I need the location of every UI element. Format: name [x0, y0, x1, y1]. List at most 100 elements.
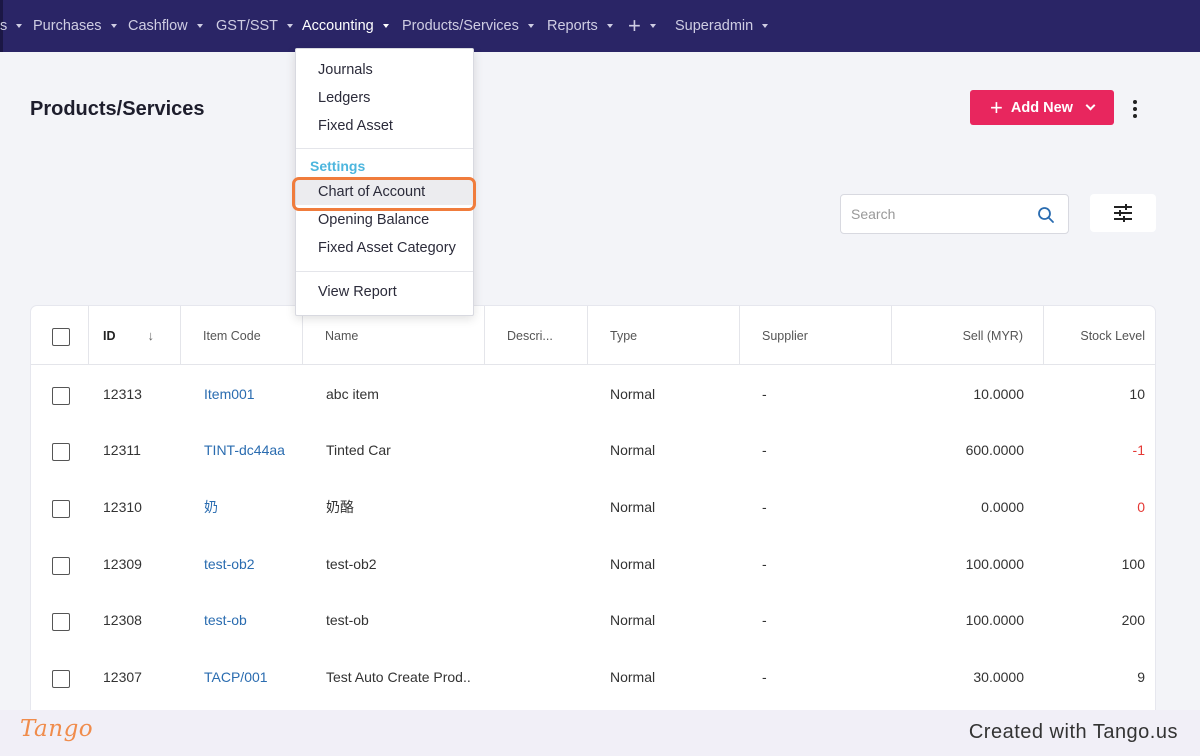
table-row[interactable]: 12309 test-ob2 test-ob2 Normal - 100.000… — [31, 535, 1155, 592]
row-checkbox[interactable] — [52, 500, 70, 518]
tango-footer: Tango Created with Tango.us — [0, 710, 1200, 756]
table-row[interactable]: 12313 Item001 abc item Normal - 10.0000 … — [31, 365, 1155, 422]
chevron-down-icon — [16, 24, 23, 28]
main-content: Products/Services + Add New ID — [0, 52, 1200, 710]
column-header-sell[interactable]: Sell (MYR) — [892, 306, 1044, 365]
cell-id: 12307 — [103, 668, 142, 685]
column-header-label: Supplier — [762, 328, 808, 343]
nav-item-accounting[interactable]: Accounting — [302, 16, 389, 36]
nav-item-cashflow[interactable]: Cashflow — [128, 16, 203, 36]
tango-logo: Tango — [20, 716, 94, 742]
cell-stock: 0 — [1137, 498, 1145, 515]
cell-supplier: - — [762, 668, 767, 685]
table-row[interactable]: 12308 test-ob test-ob Normal - 100.0000 … — [31, 591, 1155, 648]
nav-item-quick-add[interactable]: + — [628, 13, 656, 38]
cell-item-code-link[interactable]: TACP/001 — [204, 648, 304, 705]
cell-sell: 0.0000 — [981, 498, 1024, 515]
row-checkbox[interactable] — [52, 387, 70, 405]
filter-settings-button[interactable] — [1090, 194, 1156, 232]
nav-item-products-services[interactable]: Products/Services — [402, 16, 534, 36]
chevron-down-icon — [287, 24, 294, 28]
search-field[interactable] — [840, 194, 1069, 234]
menu-item-fixed-asset-category[interactable]: Fixed Asset Category — [318, 240, 456, 256]
more-options-icon[interactable] — [1128, 100, 1142, 118]
search-input[interactable] — [851, 204, 1031, 224]
table-row[interactable]: 12310 奶 奶酪 Normal - 0.0000 0 — [31, 478, 1155, 535]
cell-name: Tinted Car — [326, 441, 391, 458]
menu-divider — [296, 271, 473, 272]
menu-item-ledgers[interactable]: Ledgers — [318, 90, 370, 106]
sort-arrow-down-icon[interactable]: ↓ — [148, 328, 155, 343]
menu-item-journals[interactable]: Journals — [318, 62, 373, 78]
menu-item-fixed-asset[interactable]: Fixed Asset — [318, 118, 393, 134]
cell-type: Normal — [610, 498, 656, 515]
cell-supplier: - — [762, 555, 767, 572]
cell-stock: -1 — [1132, 441, 1145, 458]
nav-item-gst-sst[interactable]: GST/SST — [216, 16, 294, 36]
cell-stock: 9 — [1137, 668, 1145, 685]
products-table: ID ↓ Item Code Name Descri... Type Suppl… — [31, 306, 1155, 710]
nav-item-label: Reports — [547, 18, 598, 34]
search-icon[interactable] — [1037, 206, 1055, 224]
column-header-label: Sell (MYR) — [962, 328, 1023, 343]
cell-item-code-link[interactable]: 奶 — [204, 478, 304, 535]
click-target-highlight — [292, 177, 476, 211]
menu-section-settings: Settings — [310, 158, 366, 174]
cell-name: test-ob2 — [326, 555, 377, 572]
cell-stock: 100 — [1121, 555, 1145, 572]
cell-name: abc item — [326, 385, 379, 402]
menu-item-view-report[interactable]: View Report — [318, 284, 397, 300]
cell-name: test-ob — [326, 611, 369, 628]
row-checkbox[interactable] — [52, 557, 70, 575]
page-title: Products/Services — [30, 98, 205, 120]
row-checkbox[interactable] — [52, 613, 70, 631]
chevron-down-icon — [196, 24, 203, 28]
nav-item-superadmin[interactable]: Superadmin — [675, 16, 769, 36]
add-new-label: Add New — [1010, 99, 1073, 116]
select-all-checkbox[interactable] — [52, 328, 70, 346]
column-header-label: Name — [325, 328, 359, 343]
nav-item-purchases[interactable]: Purchases — [33, 16, 117, 36]
row-checkbox[interactable] — [52, 670, 70, 688]
chevron-down-icon — [649, 24, 656, 28]
cell-sell: 30.0000 — [973, 668, 1024, 685]
column-header-stock-level[interactable]: Stock Level — [1044, 306, 1155, 365]
cell-item-code-link[interactable]: TINT-dc44aa — [204, 421, 304, 478]
cell-id: 12310 — [103, 498, 142, 515]
created-with-text: Created with Tango.us — [968, 721, 1178, 743]
column-header-item-code[interactable]: Item Code — [181, 306, 303, 365]
column-header-label: Type — [610, 328, 638, 343]
cell-item-code-link[interactable]: Item001 — [204, 365, 304, 422]
chevron-down-icon — [762, 24, 769, 28]
table-row[interactable]: 12307 TACP/001 Test Auto Create Prod... … — [31, 648, 1155, 705]
column-header-label: ID — [103, 328, 116, 343]
chevron-down-icon — [382, 24, 389, 28]
plus-icon: + — [628, 13, 641, 38]
cell-type: Normal — [610, 668, 656, 685]
column-header-type[interactable]: Type — [588, 306, 740, 365]
row-checkbox[interactable] — [52, 443, 70, 461]
nav-item-truncated[interactable]: s — [0, 16, 23, 36]
column-header-label: Descri... — [507, 328, 553, 343]
nav-item-reports[interactable]: Reports — [547, 16, 613, 36]
column-header-supplier[interactable]: Supplier — [740, 306, 892, 365]
cell-item-code-link[interactable]: test-ob — [204, 591, 304, 648]
cell-supplier: - — [762, 498, 767, 515]
cell-supplier: - — [762, 611, 767, 628]
cell-id: 12309 — [103, 555, 142, 572]
menu-divider — [296, 148, 473, 149]
chevron-down-icon — [527, 24, 534, 28]
cell-type: Normal — [610, 611, 656, 628]
add-new-button[interactable]: + Add New — [970, 90, 1114, 125]
menu-item-opening-balance[interactable]: Opening Balance — [318, 212, 429, 228]
column-header-id[interactable]: ID ↓ — [89, 306, 181, 365]
column-header-description[interactable]: Descri... — [485, 306, 588, 365]
cell-type: Normal — [610, 555, 656, 572]
column-header-label: Stock Level — [1080, 328, 1145, 343]
top-navbar: s Purchases Cashflow GST/SST Accounting … — [0, 0, 1200, 52]
table-row[interactable]: 12311 TINT-dc44aa Tinted Car Normal - 60… — [31, 421, 1155, 478]
nav-item-label: Purchases — [33, 18, 102, 34]
cell-item-code-link[interactable]: test-ob2 — [204, 535, 304, 592]
nav-item-label: s — [0, 18, 8, 34]
cell-sell: 100.0000 — [965, 555, 1024, 572]
